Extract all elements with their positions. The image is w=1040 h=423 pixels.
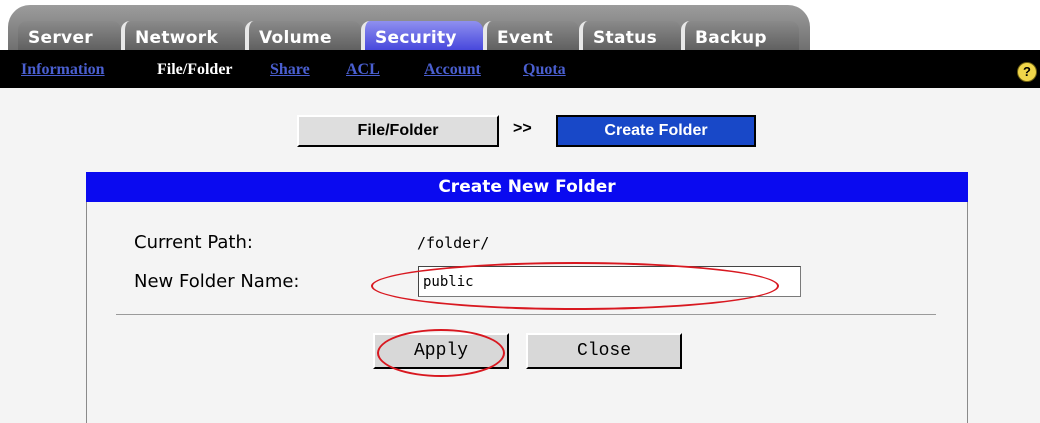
folder-name-input[interactable] [418, 266, 801, 297]
subnav-quota[interactable]: Quota [523, 61, 566, 79]
current-path-label: Current Path: [134, 232, 253, 253]
breadcrumb-file-folder-button[interactable]: File/Folder [297, 115, 499, 147]
current-path-value: /folder/ [417, 234, 490, 252]
subnav-file-folder[interactable]: File/Folder [157, 61, 233, 79]
top-tab-bar: Server Network Volume Security Event Sta… [0, 0, 1040, 55]
help-icon[interactable]: ? [1017, 62, 1037, 82]
subnav-information[interactable]: Information [21, 61, 105, 79]
divider [116, 314, 936, 315]
breadcrumb-create-folder: Create Folder [556, 115, 756, 147]
apply-button[interactable]: Apply [373, 333, 509, 369]
panel-title: Create New Folder [86, 172, 968, 202]
subnav-account[interactable]: Account [424, 61, 481, 79]
tab-strip: Server Network Volume Security Event Sta… [8, 5, 810, 55]
breadcrumb-separator: >> [513, 120, 532, 137]
subnav-acl[interactable]: ACL [346, 61, 380, 79]
folder-name-label: New Folder Name: [134, 271, 300, 292]
sub-navigation: Information File/Folder Share ACL Accoun… [0, 50, 1040, 88]
subnav-share[interactable]: Share [270, 61, 310, 79]
create-folder-panel [86, 172, 968, 423]
close-button[interactable]: Close [526, 333, 682, 369]
